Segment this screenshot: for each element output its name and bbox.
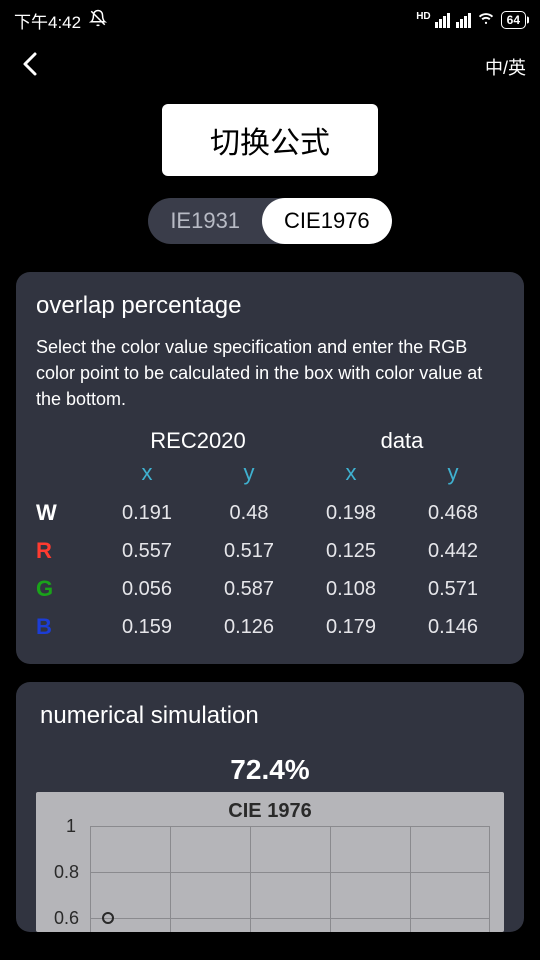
- table-row: W 0.191 0.48 0.198 0.468: [36, 494, 504, 532]
- col-a-y: y: [198, 460, 300, 486]
- table-xy-headers: x y x y: [36, 460, 504, 486]
- cell: 0.517: [198, 540, 300, 563]
- table-row: G 0.056 0.587 0.108 0.571: [36, 570, 504, 608]
- cell: 0.159: [96, 616, 198, 639]
- chart-area: CIE 1976 1 0.8 0.6: [36, 792, 504, 932]
- col-a-x: x: [96, 460, 198, 486]
- cell: 0.468: [402, 502, 504, 525]
- segment-cie1931[interactable]: IE1931: [148, 198, 262, 244]
- simulation-card: numerical simulation 72.4% CIE 1976 1 0.…: [16, 682, 524, 932]
- back-button[interactable]: [14, 46, 46, 88]
- y-tick-1: 1: [66, 816, 76, 837]
- cell: 0.587: [198, 578, 300, 601]
- segment-control: IE1931 CIE1976: [148, 198, 391, 244]
- hd-icon: HD: [416, 11, 430, 22]
- battery-icon: 64: [501, 11, 526, 29]
- y-tick-06: 0.6: [54, 908, 79, 929]
- row-label-b: B: [36, 614, 96, 640]
- cell: 0.557: [96, 540, 198, 563]
- cell: 0.146: [402, 616, 504, 639]
- wifi-icon: [477, 9, 495, 32]
- simulation-percent: 72.4%: [36, 754, 504, 786]
- overlap-card: overlap percentage Select the color valu…: [16, 272, 524, 664]
- row-label-w: W: [36, 500, 96, 526]
- table-row: R 0.557 0.517 0.125 0.442: [36, 532, 504, 570]
- table-row: B 0.159 0.126 0.179 0.146: [36, 608, 504, 646]
- nav-row: 中/英: [0, 40, 540, 98]
- row-label-r: R: [36, 538, 96, 564]
- switch-formula-button[interactable]: 切换公式: [162, 104, 378, 176]
- cell: 0.179: [300, 616, 402, 639]
- cell: 0.48: [198, 502, 300, 525]
- cell: 0.056: [96, 578, 198, 601]
- signal-1-icon: [435, 13, 450, 28]
- chart-grid: [90, 826, 490, 932]
- cell: 0.108: [300, 578, 402, 601]
- signal-2-icon: [456, 13, 471, 28]
- cell: 0.126: [198, 616, 300, 639]
- status-time: 下午4:42: [14, 8, 81, 33]
- group-a-title: REC2020: [96, 428, 300, 454]
- dnd-icon: [89, 9, 107, 32]
- cell: 0.198: [300, 502, 402, 525]
- overlap-desc: Select the color value specification and…: [36, 334, 504, 412]
- col-b-x: x: [300, 460, 402, 486]
- language-toggle[interactable]: 中/英: [485, 54, 526, 80]
- y-tick-08: 0.8: [54, 862, 79, 883]
- overlap-title: overlap percentage: [36, 292, 504, 320]
- status-left: 下午4:42: [14, 8, 107, 33]
- chart-title: CIE 1976: [46, 800, 494, 823]
- cell: 0.442: [402, 540, 504, 563]
- table-group-headers: REC2020 data: [36, 428, 504, 454]
- segment-cie1976[interactable]: CIE1976: [262, 198, 392, 244]
- col-b-y: y: [402, 460, 504, 486]
- simulation-title: numerical simulation: [36, 702, 504, 730]
- cell: 0.571: [402, 578, 504, 601]
- group-b-title: data: [300, 428, 504, 454]
- cell: 0.125: [300, 540, 402, 563]
- cell: 0.191: [96, 502, 198, 525]
- row-label-g: G: [36, 576, 96, 602]
- status-bar: 下午4:42 HD 64: [0, 0, 540, 40]
- status-right: HD 64: [416, 9, 526, 32]
